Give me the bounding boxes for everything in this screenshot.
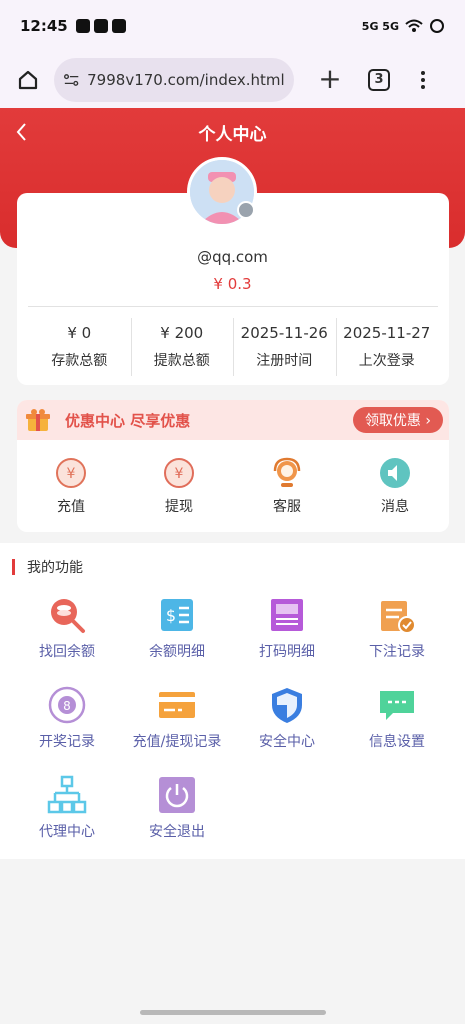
security-center-icon	[272, 688, 302, 723]
new-tab-button[interactable]: +	[314, 64, 346, 96]
balance-detail-icon: $	[161, 599, 193, 631]
stat-register-date: 2025-11-26 注册时间	[233, 318, 336, 376]
battery-icon	[430, 19, 444, 33]
stat-label: 存款总额	[51, 353, 108, 369]
quick-actions: ¥ 充值 ¥ 提现 客服 消息	[17, 440, 449, 532]
logout-icon	[159, 777, 195, 813]
my-features-section: 我的功能 找回余额 $ 余额明细 打码明细 下注记录 8 开奖记录 充值/提现记…	[0, 543, 465, 859]
feature-logout[interactable]: 安全退出	[122, 771, 232, 861]
feature-betting-detail[interactable]: 打码明细	[232, 591, 342, 681]
deposit-icon: ¥	[56, 458, 86, 488]
section-title-text: 我的功能	[27, 560, 83, 576]
feature-info-settings[interactable]: 信息设置	[342, 681, 452, 771]
home-button[interactable]	[10, 62, 46, 98]
network-label: 5G 5G	[361, 19, 399, 33]
message-icon	[380, 458, 410, 488]
bet-record-icon	[381, 601, 416, 634]
status-indicators: 5G 5G	[362, 18, 445, 34]
user-email: @qq.com	[197, 248, 268, 266]
stat-value: 2025-11-26	[240, 324, 328, 342]
lottery-record-icon: 8	[48, 686, 86, 724]
feature-lottery-record[interactable]: 8 开奖记录	[12, 681, 122, 771]
title-accent-bar	[12, 559, 15, 575]
feature-recover-balance[interactable]: 找回余额	[12, 591, 122, 681]
svg-text:¥: ¥	[67, 466, 76, 482]
customer-service-icon	[273, 457, 301, 487]
transaction-record-icon	[159, 692, 195, 718]
site-settings-icon	[64, 74, 79, 86]
feature-label: 找回余额	[39, 644, 95, 660]
svg-text:$: $	[166, 606, 176, 625]
status-bar: 12:45 5G 5G	[0, 0, 465, 52]
user-balance: ¥ 0.3	[213, 275, 252, 293]
feature-label: 安全退出	[149, 824, 205, 840]
feature-label: 开奖记录	[39, 734, 95, 750]
agent-center-icon	[47, 775, 87, 814]
stat-last-login: 2025-11-27 上次登录	[335, 318, 439, 376]
feature-label: 信息设置	[369, 734, 425, 750]
browser-toolbar: 7998v170.com/index.html#/mi + 3	[0, 52, 465, 108]
url-bar[interactable]: 7998v170.com/index.html#/mi	[54, 58, 294, 102]
promo-text: 优惠中心 尽享优惠	[65, 411, 191, 430]
feature-grid: 找回余额 $ 余额明细 打码明细 下注记录 8 开奖记录 充值/提现记录 安全中…	[12, 591, 452, 861]
feature-label: 下注记录	[369, 644, 425, 660]
feature-security-center[interactable]: 安全中心	[232, 681, 342, 771]
quick-label: 客服	[273, 499, 301, 515]
quick-withdraw[interactable]: ¥ 提现	[125, 456, 233, 516]
stat-label: 注册时间	[256, 353, 313, 369]
claim-promo-button[interactable]: 领取优惠 ›	[352, 407, 443, 433]
wifi-icon	[405, 19, 423, 32]
quick-customer-service[interactable]: 客服	[233, 456, 341, 516]
page-title: 个人中心	[198, 125, 267, 145]
svg-text:¥: ¥	[175, 466, 184, 482]
betting-detail-icon	[271, 599, 303, 631]
divider	[28, 306, 438, 307]
browser-menu-button[interactable]	[418, 71, 428, 89]
stat-deposit-total: ¥ 0 存款总额	[28, 318, 131, 376]
status-time: 12:45	[20, 17, 68, 35]
feature-balance-detail[interactable]: $ 余额明细	[122, 591, 232, 681]
feature-label: 余额明细	[149, 644, 205, 660]
stat-value: ¥ 200	[160, 324, 204, 342]
url-text: 7998v170.com/index.html#/mi	[87, 71, 284, 89]
avatar-edit-icon[interactable]	[237, 201, 255, 219]
home-icon	[18, 70, 38, 90]
info-settings-icon	[380, 691, 414, 720]
home-indicator[interactable]	[140, 1010, 326, 1015]
feature-agent-center[interactable]: 代理中心	[12, 771, 122, 861]
withdraw-icon: ¥	[164, 458, 194, 488]
gift-icon	[26, 409, 50, 431]
promo-banner[interactable]: 优惠中心 尽享优惠 领取优惠 ›	[17, 400, 449, 440]
feature-label: 充值/提现记录	[132, 734, 222, 750]
quick-deposit[interactable]: ¥ 充值	[17, 456, 125, 516]
stat-value: ¥ 0	[67, 324, 92, 342]
feature-bet-record[interactable]: 下注记录	[342, 591, 452, 681]
feature-transaction-record[interactable]: 充值/提现记录	[122, 681, 232, 771]
tab-count-button[interactable]: 3	[368, 69, 390, 91]
quick-message[interactable]: 消息	[341, 456, 449, 516]
section-title: 我的功能	[12, 557, 83, 577]
status-app-icons	[75, 19, 126, 33]
promo-card: 优惠中心 尽享优惠 领取优惠 › ¥ 充值 ¥ 提现 客服 消息	[17, 400, 449, 532]
stats-row: ¥ 0 存款总额 ¥ 200 提款总额 2025-11-26 注册时间 2025…	[28, 318, 438, 376]
svg-text:8: 8	[63, 699, 71, 713]
stat-label: 提款总额	[153, 353, 210, 369]
quick-label: 充值	[57, 499, 85, 515]
feature-label: 代理中心	[39, 824, 95, 840]
recover-balance-icon	[51, 599, 85, 633]
stat-value: 2025-11-27	[343, 324, 431, 342]
quick-label: 消息	[381, 499, 409, 515]
quick-label: 提现	[165, 499, 193, 515]
feature-label: 打码明细	[259, 644, 315, 660]
feature-label: 安全中心	[259, 734, 315, 750]
stat-label: 上次登录	[358, 353, 415, 369]
stat-withdraw-total: ¥ 200 提款总额	[130, 318, 234, 376]
